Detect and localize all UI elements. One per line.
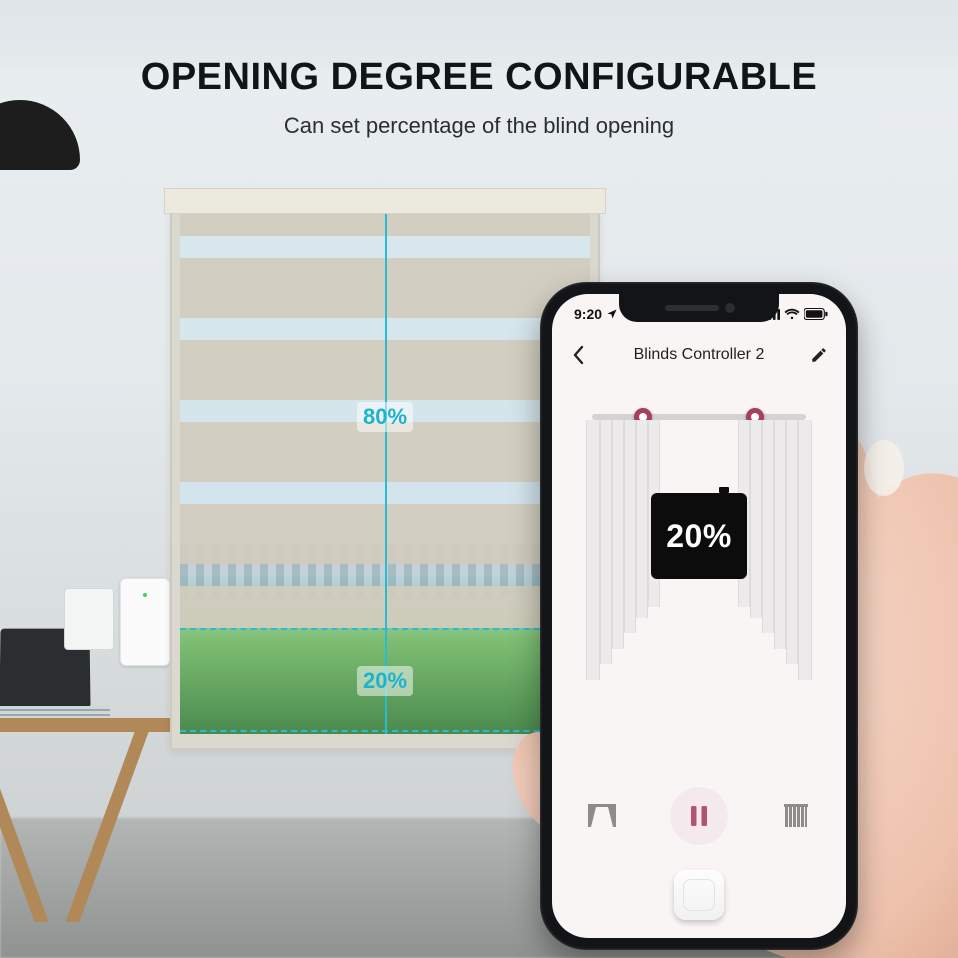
chevron-left-icon bbox=[572, 345, 586, 365]
pause-icon bbox=[690, 805, 708, 827]
phone-mockup: 9:20 bbox=[540, 282, 858, 950]
curtain-right-icon bbox=[736, 420, 812, 680]
wifi-icon bbox=[784, 308, 800, 320]
app-bar: Blinds Controller 2 bbox=[552, 334, 846, 376]
opening-percentage-readout: 20% bbox=[651, 493, 747, 579]
curtain-open-icon bbox=[587, 803, 617, 829]
assistive-home-button[interactable] bbox=[674, 870, 724, 920]
overlay-closed-percent-label: 80% bbox=[357, 402, 413, 432]
app-title: Blinds Controller 2 bbox=[592, 346, 806, 364]
app-screen: 9:20 bbox=[552, 294, 846, 938]
headline-title: OPENING DEGREE CONFIGURABLE bbox=[0, 56, 958, 99]
close-button[interactable] bbox=[770, 790, 822, 842]
blind-controller-device bbox=[120, 578, 170, 666]
product-scene: 80% 20% OPENING DEGREE CONFIGURABLE Can … bbox=[0, 0, 958, 958]
headline-subtitle: Can set percentage of the blind opening bbox=[0, 113, 958, 139]
pause-button[interactable] bbox=[670, 787, 728, 845]
wall-outlet bbox=[64, 588, 114, 650]
edit-button[interactable] bbox=[806, 342, 832, 368]
overlay-open-percent-label: 20% bbox=[357, 666, 413, 696]
phone-notch bbox=[619, 294, 779, 322]
status-time: 9:20 bbox=[574, 306, 602, 322]
blind-position-control[interactable]: 20% bbox=[552, 386, 846, 686]
marketing-headline: OPENING DEGREE CONFIGURABLE Can set perc… bbox=[0, 56, 958, 139]
window-with-blinds: 80% 20% bbox=[170, 190, 600, 750]
back-button[interactable] bbox=[566, 342, 592, 368]
location-icon bbox=[606, 308, 618, 320]
control-row bbox=[552, 776, 846, 856]
pencil-icon bbox=[810, 346, 828, 364]
battery-icon bbox=[804, 308, 828, 320]
open-button[interactable] bbox=[576, 790, 628, 842]
curtain-close-icon bbox=[783, 803, 809, 829]
